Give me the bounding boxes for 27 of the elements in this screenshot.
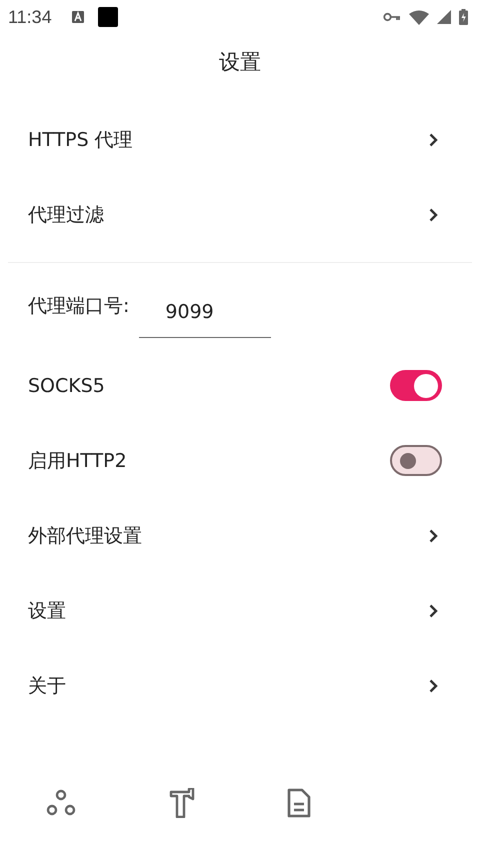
port-input-field[interactable]: 9099 [139, 289, 272, 338]
document-icon[interactable] [287, 788, 312, 818]
settings-item[interactable]: 设置 [0, 573, 480, 648]
settings-item[interactable]: 关于 [0, 648, 480, 723]
status-time: 11:34 [8, 6, 52, 28]
chevron-right-icon [429, 208, 438, 222]
settings-item[interactable]: HTTPS 代理 [0, 102, 480, 177]
toggle-switch[interactable] [390, 445, 442, 476]
nodes-icon[interactable] [46, 789, 76, 817]
settings-item[interactable]: 外部代理设置 [0, 498, 480, 573]
battery-icon [459, 9, 468, 25]
signal-icon [437, 10, 451, 24]
chevron-right-icon [429, 132, 438, 146]
keyboard-notification-icon [72, 11, 84, 23]
toggle-switch[interactable] [390, 370, 442, 401]
port-label: 代理端口号: [28, 294, 130, 318]
chevron-right-icon [429, 678, 438, 692]
chevron-right-icon [429, 604, 438, 618]
square-notification-icon [98, 7, 118, 27]
chevron-right-icon [429, 528, 438, 542]
hammer-icon[interactable] [168, 788, 195, 818]
page-title: 设置 [219, 49, 261, 76]
switch-label: SOCKS5 [28, 374, 105, 396]
key-icon [383, 12, 401, 22]
wifi-icon [409, 10, 429, 24]
settings-item[interactable]: 代理过滤 [0, 177, 480, 252]
switch-label: 启用HTTP2 [28, 448, 127, 474]
